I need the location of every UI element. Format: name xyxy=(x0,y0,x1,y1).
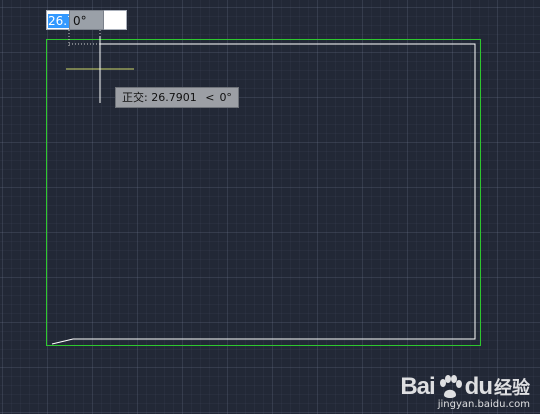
tooltip-angle: 0° xyxy=(219,91,232,104)
angle-input[interactable]: 0° xyxy=(69,10,104,30)
inner-polyline-corner xyxy=(51,338,74,345)
watermark-logo-text-1: Bai xyxy=(400,373,435,400)
input-tail xyxy=(104,10,127,30)
length-input-selected: 26.7901 xyxy=(48,14,69,28)
outer-rectangle[interactable] xyxy=(46,39,481,346)
watermark-brand-cn: 经验 xyxy=(494,378,530,399)
watermark-logo-text-2: du xyxy=(464,373,493,400)
tooltip-angle-symbol: < xyxy=(205,91,215,104)
dynamic-input[interactable]: 26.7901 0° xyxy=(46,10,127,30)
tooltip-distance: 26.7901 xyxy=(151,91,197,104)
tooltip-mode-label: 正交: xyxy=(122,91,148,104)
ortho-tooltip: 正交: 26.7901 <0° xyxy=(115,87,239,108)
paw-icon xyxy=(439,375,462,398)
baidu-watermark: Bai du 经验 jingyan.baidu.com xyxy=(400,373,530,410)
drawing-layer xyxy=(46,30,481,346)
length-input[interactable]: 26.7901 xyxy=(46,10,69,30)
